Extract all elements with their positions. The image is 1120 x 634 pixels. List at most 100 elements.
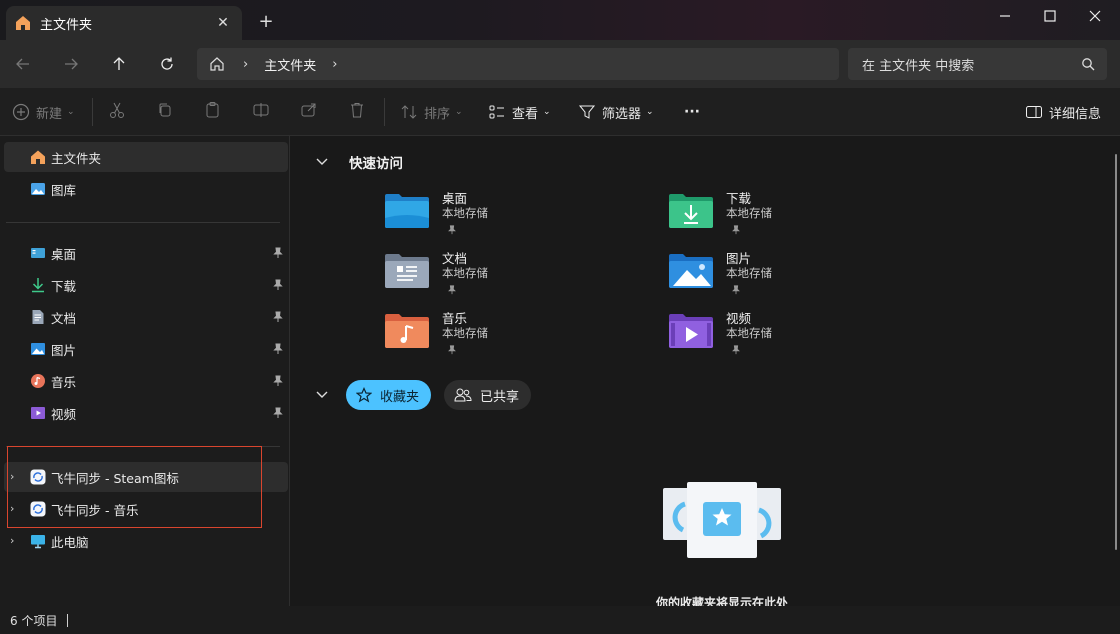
documents-folder-icon (385, 252, 429, 288)
more-button[interactable]: ··· (684, 101, 700, 123)
quick-access-desktop[interactable]: 桌面 本地存储 (385, 188, 635, 238)
tab-shared[interactable]: 已共享 (444, 380, 532, 410)
delete-button[interactable] (348, 101, 366, 123)
item-location: 本地存储 (726, 326, 772, 340)
chevron-down-icon[interactable] (315, 157, 329, 167)
filter-label: 筛选器 (602, 106, 642, 122)
sidebar-item-downloads[interactable]: 下载 (4, 270, 288, 300)
share-button[interactable] (300, 101, 318, 123)
rename-button[interactable] (252, 101, 270, 123)
item-location: 本地存储 (442, 266, 488, 280)
quick-access-pictures[interactable]: 图片 本地存储 (669, 248, 919, 298)
vertical-scrollbar[interactable] (1115, 154, 1117, 550)
sidebar-item-desktop[interactable]: 桌面 (4, 238, 288, 268)
tab-title: 主文件夹 (40, 17, 93, 33)
sort-icon (400, 103, 418, 121)
pin-icon[interactable] (272, 343, 284, 355)
breadcrumb-home[interactable]: 主文件夹 (264, 55, 316, 74)
pin-icon[interactable] (272, 375, 284, 387)
quick-access-title: 快速访问 (349, 156, 403, 172)
maximize-button[interactable] (1027, 0, 1073, 32)
view-button[interactable]: 查看 ⌄ (488, 101, 551, 123)
search-input[interactable]: 在 主文件夹 中搜索 (848, 48, 1107, 80)
new-tab-button[interactable]: + (256, 12, 276, 32)
copy-button[interactable] (156, 101, 174, 123)
tab-favorites[interactable]: 收藏夹 (346, 380, 432, 410)
new-button[interactable]: 新建 ⌄ (12, 101, 75, 123)
details-pane-icon (1025, 103, 1043, 121)
chevron-down-icon[interactable] (315, 390, 329, 400)
filter-icon (578, 103, 596, 121)
pin-icon[interactable] (272, 311, 284, 323)
chevron-right-icon[interactable]: › (332, 57, 337, 72)
close-window-button[interactable] (1072, 0, 1118, 32)
minimize-button[interactable] (982, 0, 1028, 32)
computer-icon (30, 533, 46, 549)
pin-icon (731, 284, 741, 295)
pin-icon (447, 344, 457, 355)
sidebar-item-label: 桌面 (51, 246, 77, 262)
pin-icon (447, 284, 457, 295)
filter-button[interactable]: 筛选器 ⌄ (578, 101, 654, 123)
address-bar[interactable]: › 主文件夹 › (197, 48, 839, 80)
sidebar-item-music[interactable]: 音乐 (4, 366, 288, 396)
chevron-down-icon: ⌄ (455, 107, 463, 117)
command-bar: 新建 ⌄ 排序 ⌄ 查看 ⌄ 筛选器 ⌄ ··· 详细信息 (0, 88, 1120, 136)
pin-icon (731, 344, 741, 355)
quick-access-music[interactable]: 音乐 本地存储 (385, 308, 635, 358)
pin-icon[interactable] (272, 407, 284, 419)
sidebar-item-documents[interactable]: 文档 (4, 302, 288, 332)
chevron-down-icon: ⌄ (67, 107, 75, 117)
sidebar-item-label: 文档 (51, 310, 77, 326)
quick-access-videos[interactable]: 视频 本地存储 (669, 308, 919, 358)
status-bar: 6 个项目 (0, 606, 1120, 634)
chevron-right-icon[interactable]: › (243, 57, 248, 72)
document-icon (30, 309, 46, 325)
share-icon (300, 101, 318, 123)
sort-button[interactable]: 排序 ⌄ (400, 101, 463, 123)
sidebar-item-label: 此电脑 (51, 534, 89, 550)
sidebar-item-videos[interactable]: 视频 (4, 398, 288, 428)
pin-icon[interactable] (272, 247, 284, 259)
sidebar-item-label: 视频 (51, 406, 77, 422)
home-icon[interactable] (209, 56, 225, 72)
sidebar-item-pictures[interactable]: 图片 (4, 334, 288, 364)
chevron-right-icon[interactable]: › (10, 534, 20, 548)
paste-button[interactable] (204, 101, 222, 123)
gallery-icon (30, 181, 46, 197)
tab-favorites-label: 收藏夹 (380, 389, 420, 405)
navigation-bar: › 主文件夹 › 在 主文件夹 中搜索 (0, 40, 1120, 88)
quick-access-header[interactable]: 快速访问 (315, 152, 403, 172)
music-folder-icon (385, 312, 429, 348)
item-count: 6 个项目 (10, 613, 58, 628)
cut-button[interactable] (108, 101, 126, 123)
pin-icon (447, 224, 457, 235)
pin-icon[interactable] (272, 279, 284, 291)
content-pane: 快速访问 桌面 本地存储 下载 本地存储 文档 本地存储 图片 本地存储 音乐 … (291, 136, 1120, 606)
sidebar-item-this-pc[interactable]: › 此电脑 (4, 526, 288, 556)
up-button[interactable] (107, 52, 131, 76)
divider (6, 222, 280, 223)
sidebar-item-gallery[interactable]: 图库 (4, 174, 288, 204)
tab-shared-label: 已共享 (480, 389, 520, 405)
refresh-button[interactable] (155, 52, 179, 76)
sidebar-item-home[interactable]: 主文件夹 (4, 142, 288, 172)
item-location: 本地存储 (726, 266, 772, 280)
back-button[interactable] (11, 52, 35, 76)
details-pane-button[interactable]: 详细信息 (1025, 101, 1101, 123)
music-icon (30, 373, 46, 389)
chevron-down-icon: ⌄ (543, 107, 551, 117)
copy-icon (156, 101, 174, 123)
tab-home[interactable]: 主文件夹 ✕ (6, 6, 242, 40)
forward-button[interactable] (59, 52, 83, 76)
empty-favorites-illustration (663, 482, 781, 558)
scissors-icon (108, 101, 126, 123)
highlight-annotation (7, 446, 262, 528)
search-icon[interactable] (1081, 57, 1095, 71)
close-tab-icon[interactable]: ✕ (214, 14, 232, 32)
sidebar-item-label: 图片 (51, 342, 77, 358)
picture-icon (30, 341, 46, 357)
quick-access-downloads[interactable]: 下载 本地存储 (669, 188, 919, 238)
view-icon (488, 103, 506, 121)
quick-access-documents[interactable]: 文档 本地存储 (385, 248, 635, 298)
